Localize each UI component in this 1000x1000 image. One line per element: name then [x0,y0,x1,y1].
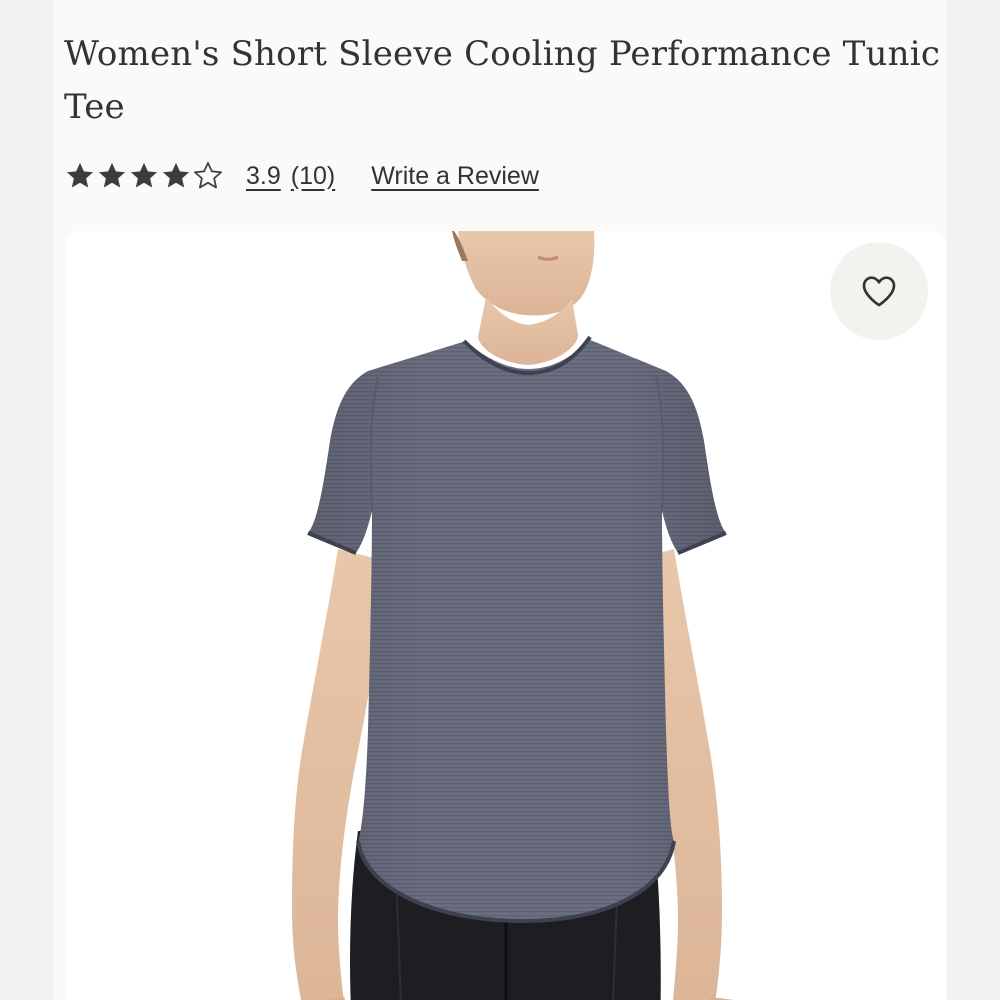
star-filled-icon [160,160,192,192]
rating-row: 3.9 (10) Write a Review [64,154,539,198]
star-rating[interactable] [64,154,224,198]
product-title: Women's Short Sleeve Cooling Performance… [64,34,941,127]
product-image-card[interactable] [66,231,946,1000]
product-image [292,231,734,1000]
product-page: Women's Short Sleeve Cooling Performance… [54,0,947,1000]
star-outline-icon [192,160,224,192]
review-count-link[interactable]: (10) [291,162,335,191]
write-review-link[interactable]: Write a Review [371,162,539,191]
heart-outline-icon [862,276,896,307]
favorite-button[interactable] [830,242,928,340]
star-filled-icon [64,160,96,192]
rating-value-link[interactable]: 3.9 [246,162,281,191]
star-filled-icon [128,160,160,192]
star-filled-icon [96,160,128,192]
